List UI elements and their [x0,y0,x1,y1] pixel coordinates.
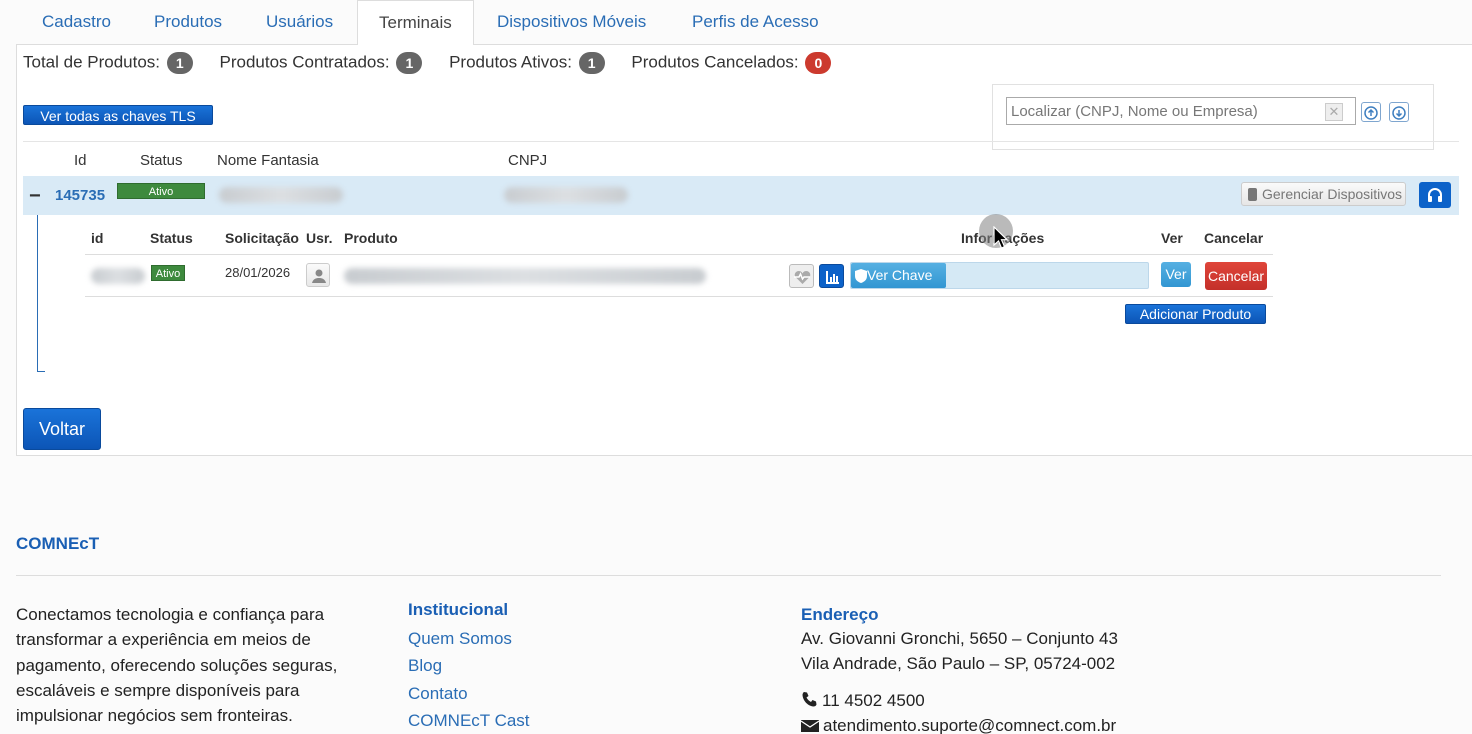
statistics-button[interactable] [819,264,844,288]
chart-icon [826,271,839,284]
phone-number: 11 4502 4500 [822,691,925,710]
col-status: Status [140,152,183,169]
footer-link-comnect-cast[interactable]: COMNEcT Cast [408,711,530,731]
manage-devices-button[interactable]: Gerenciar Dispositivos [1241,182,1406,206]
terminais-panel: Total de Produtos: 1 Produtos Contratado… [16,45,1472,456]
products-table-header: id Status Solicitação Usr. Produto Infor… [85,223,1273,255]
view-key-label: Ver Chave [867,267,933,283]
person-icon [312,269,326,283]
tab-perfis-de-acesso[interactable]: Perfis de Acesso [671,0,840,45]
heartbeat-icon [794,270,811,284]
collapse-toggle[interactable]: − [29,185,41,208]
footer-link-quem-somos[interactable]: Quem Somos [408,629,512,649]
counter-ativos: Produtos Ativos: 1 [449,52,605,74]
count-badge: 0 [805,52,832,74]
col-usr: Usr. [306,230,333,246]
col-sub-status: Status [150,230,193,246]
phone-icon [802,692,817,707]
info-field: Ver Chave [850,262,1149,289]
support-button[interactable] [1419,182,1451,208]
col-produto: Produto [344,230,398,246]
footer-email[interactable]: atendimento.suporte@comnect.com.br [800,716,1116,734]
col-nome-fantasia: Nome Fantasia [217,152,319,169]
phone-icon [1248,188,1257,201]
col-cnpj: CNPJ [508,152,548,169]
upload-icon[interactable] [1361,102,1381,122]
view-button[interactable]: Ver [1161,262,1191,287]
footer-link-blog[interactable]: Blog [408,656,442,676]
counter-label: Produtos Contratados: [219,52,390,72]
redacted-product-id [91,268,145,284]
col-ver: Ver [1161,230,1183,246]
terminals-table-header: Id Status Nome Fantasia CNPJ [23,141,1459,175]
redacted-nome-fantasia [219,187,343,203]
view-tls-keys-button[interactable]: Ver todas as chaves TLS [23,105,213,125]
footer-divider [16,575,1441,576]
counter-label: Produtos Cancelados: [631,52,799,72]
address-line-1: Av. Giovanni Gronchi, 5650 – Conjunto 43 [801,629,1118,648]
envelope-icon [800,720,820,732]
tab-bar: Cadastro Produtos Usuários Terminais Dis… [16,0,1472,46]
request-date: 28/01/2026 [225,265,291,280]
tab-dispositivos-moveis[interactable]: Dispositivos Móveis [476,0,667,45]
redacted-cnpj [504,187,628,203]
count-badge: 1 [578,52,605,74]
counter-label: Total de Produtos: [23,52,161,72]
counter-label: Produtos Ativos: [449,52,572,72]
status-badge: Ativo [151,265,185,281]
footer-institucional-title: Institucional [408,600,509,619]
table-row[interactable]: − 145735 Ativo Gerenciar Dispositivos [23,176,1459,215]
headset-icon [1428,188,1442,202]
tab-produtos[interactable]: Produtos [133,0,243,45]
search-input[interactable] [1006,97,1356,125]
footer-endereco-title: Endereço [801,605,879,624]
cancel-button[interactable]: Cancelar [1205,262,1267,290]
mouse-cursor-icon [993,226,1009,249]
health-check-button[interactable] [789,264,814,288]
col-id: Id [74,152,87,169]
terminal-id[interactable]: 145735 [55,187,105,204]
product-row: Ativo 28/01/2026 Ver Chave Ver Cancelar [85,256,1273,297]
col-cancelar: Cancelar [1204,230,1264,246]
download-icon[interactable] [1389,102,1409,122]
tab-usuarios[interactable]: Usuários [245,0,354,45]
user-button[interactable] [306,263,330,287]
shield-icon [855,269,867,283]
manage-devices-label: Gerenciar Dispositivos [1262,186,1403,202]
tree-connector [37,215,45,372]
counter-contratados: Produtos Contratados: 1 [220,52,423,74]
product-counters: Total de Produtos: 1 Produtos Contratado… [23,52,853,74]
col-solicitacao: Solicitação [225,230,299,246]
back-button[interactable]: Voltar [23,408,101,450]
email-address[interactable]: atendimento.suporte@comnect.com.br [823,716,1116,734]
tab-cadastro[interactable]: Cadastro [21,0,132,45]
count-badge: 1 [166,52,193,74]
clear-icon[interactable]: ✕ [1325,103,1343,121]
col-sub-id: id [91,230,104,246]
count-badge: 1 [396,52,423,74]
status-badge: Ativo [117,183,205,199]
footer-about: Conectamos tecnologia e confiança para t… [16,605,338,726]
counter-total: Total de Produtos: 1 [23,52,193,74]
address-line-2: Vila Andrade, São Paulo – SP, 05724-002 [801,654,1116,673]
footer-brand: COMNEcT [16,534,100,553]
add-product-button[interactable]: Adicionar Produto [1125,304,1266,324]
tab-terminais[interactable]: Terminais [357,0,474,46]
footer-link-contato[interactable]: Contato [408,684,468,704]
view-key-button[interactable]: Ver Chave [851,263,946,288]
redacted-product-name [344,268,706,284]
footer-phone: 11 4502 4500 [801,691,925,711]
counter-cancelados: Produtos Cancelados: 0 [631,52,832,74]
